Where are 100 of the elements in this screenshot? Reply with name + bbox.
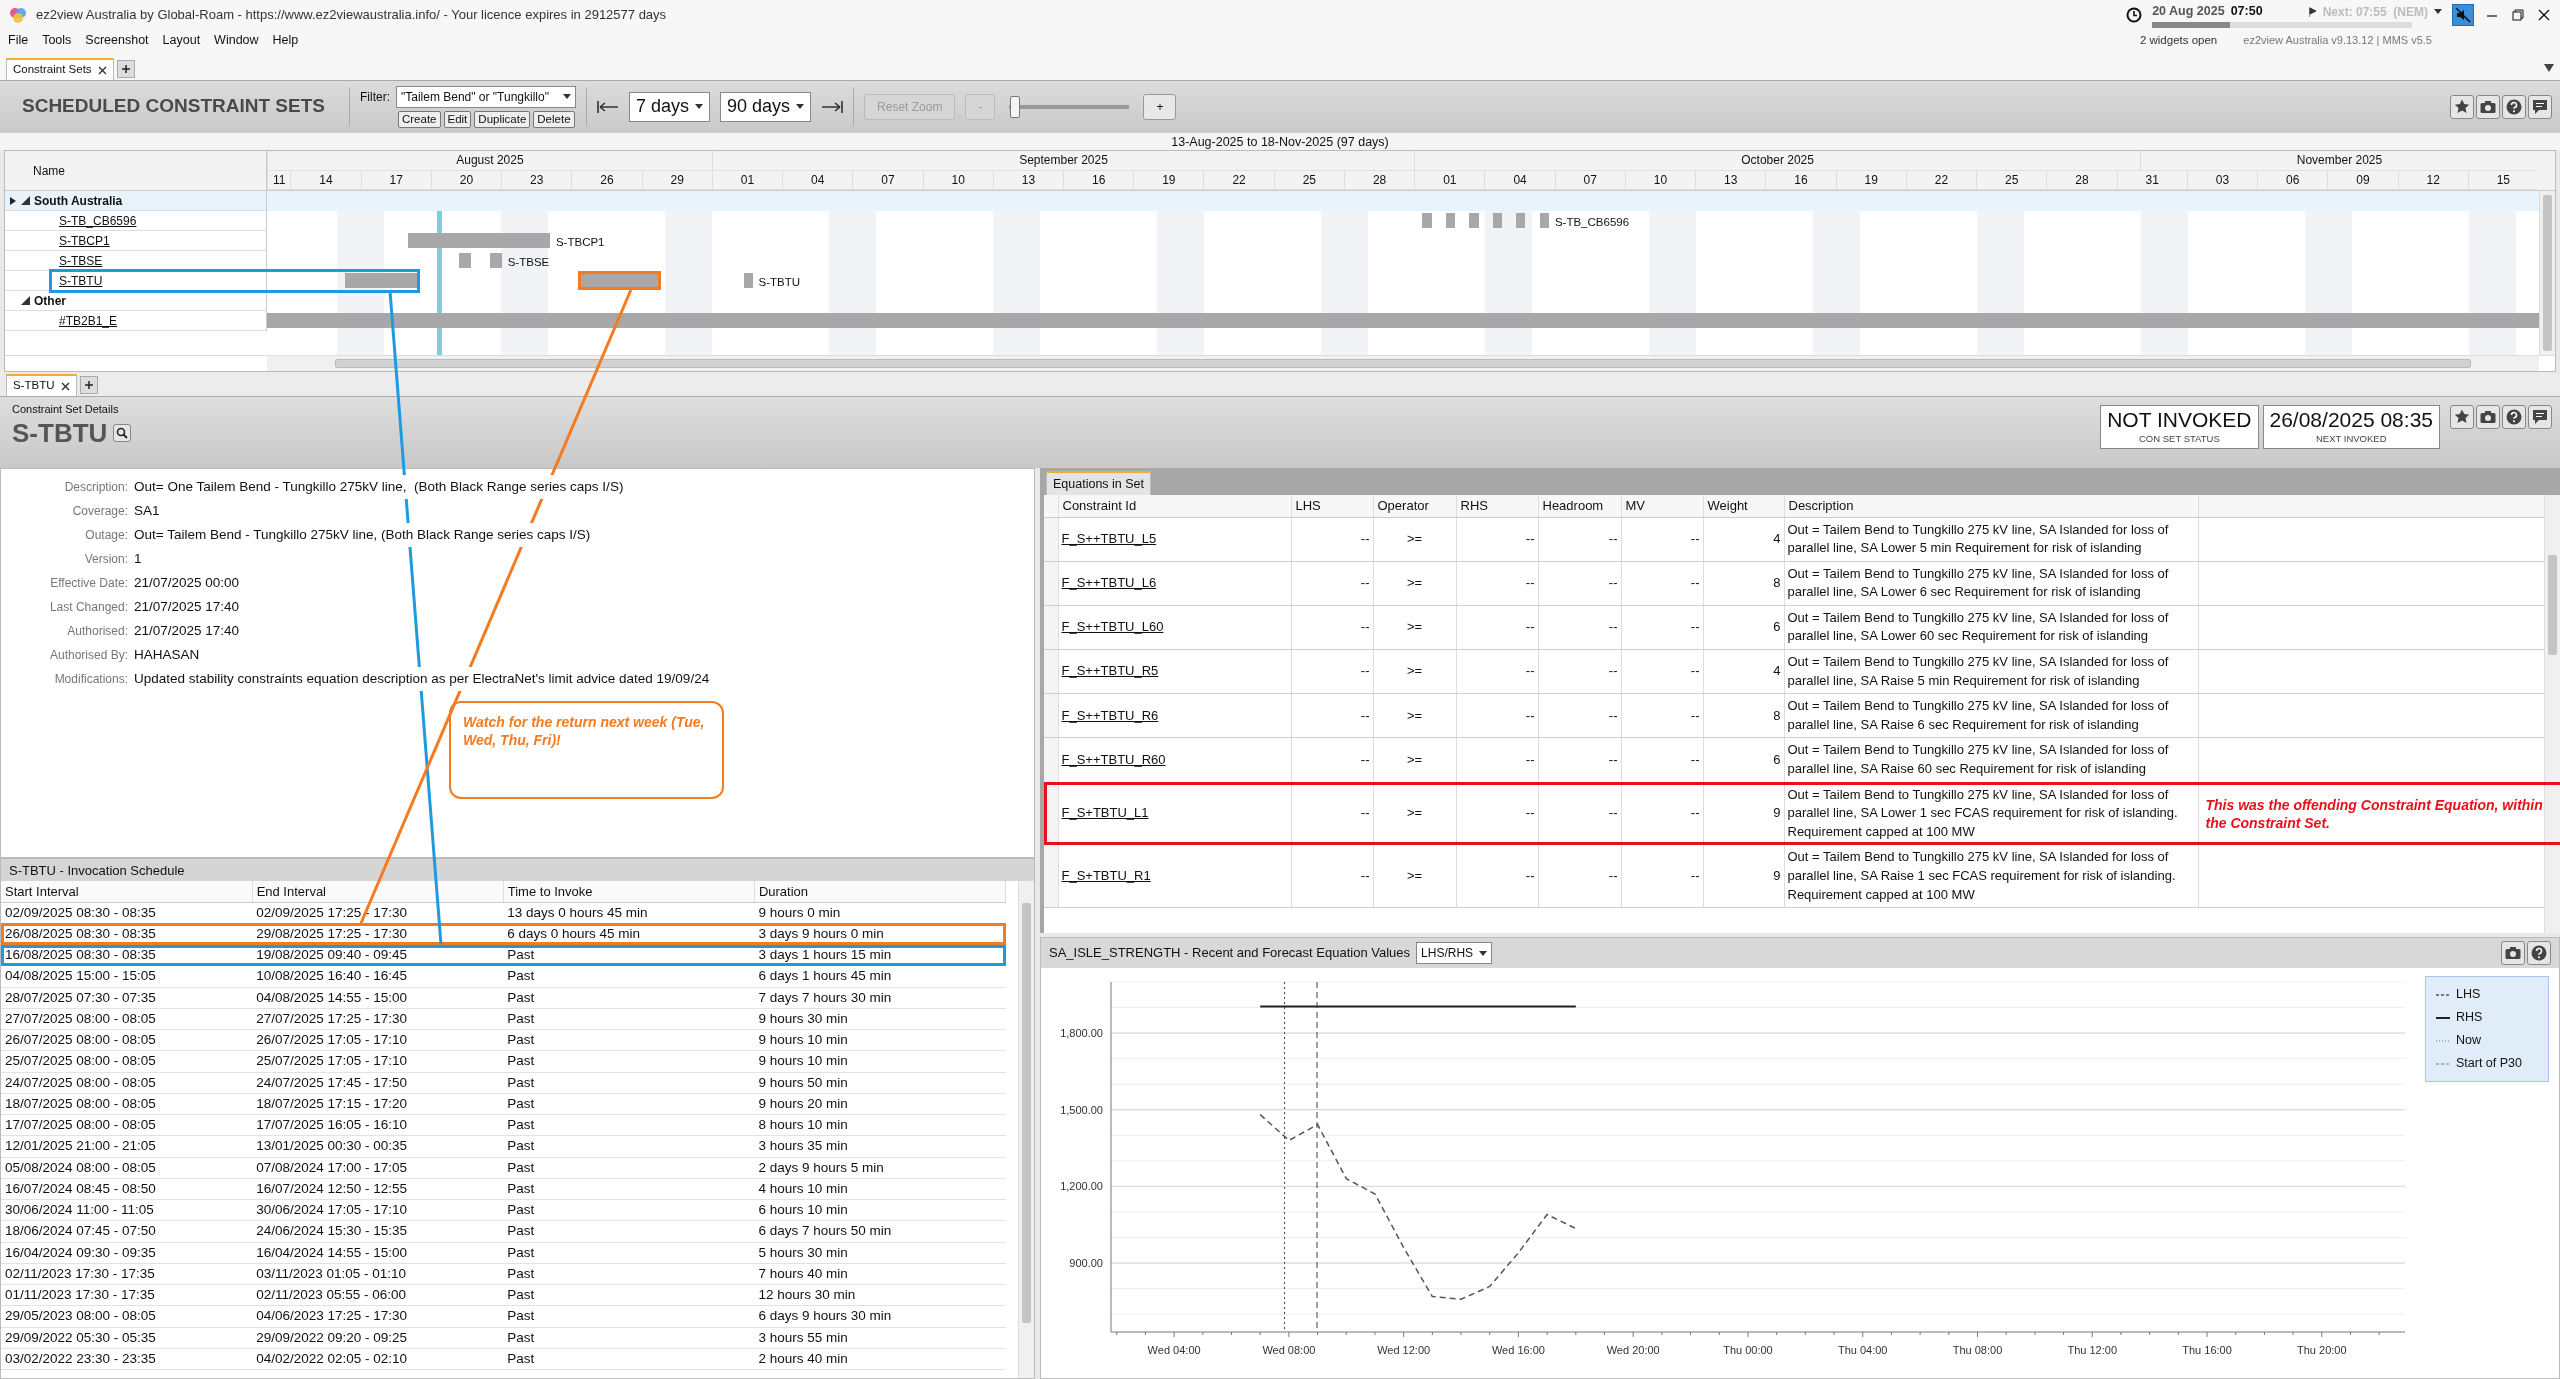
- table-cell: Past: [503, 1029, 755, 1051]
- table-cell: 13/01/2025 00:30 - 00:35: [252, 1135, 504, 1157]
- jump-to-start-icon[interactable]: [596, 99, 619, 114]
- slider-thumb[interactable]: [1010, 95, 1021, 118]
- action-button[interactable]: Create: [397, 110, 441, 128]
- tick-label: Thu 16:00: [2182, 1344, 2232, 1356]
- jump-to-end-icon[interactable]: [821, 99, 844, 114]
- screenshot-button[interactable]: [2476, 94, 2500, 119]
- table-cell: 8: [1703, 693, 1784, 738]
- menu-item[interactable]: Tools: [42, 30, 72, 50]
- constraint-set-link[interactable]: #TB2B1_E: [59, 311, 118, 330]
- scrollbar-thumb[interactable]: [2548, 555, 2557, 655]
- filter-dropdown[interactable]: "Tailem Bend" or "Tungkillo": [395, 85, 576, 108]
- table-cell: --: [1621, 517, 1703, 562]
- close-icon[interactable]: [60, 381, 70, 391]
- star-button[interactable]: [2450, 94, 2474, 119]
- next-interval-text: Next: 07:55 (NEM): [2322, 3, 2428, 21]
- constraint-set-link[interactable]: S-TBSE: [59, 251, 103, 270]
- zoom-in-button[interactable]: +: [1143, 93, 1177, 120]
- horizontal-scrollbar[interactable]: [267, 356, 2539, 371]
- step-marker-icon[interactable]: [2308, 6, 2317, 17]
- muted-speaker-icon: [2455, 7, 2471, 23]
- constraint-link[interactable]: F_S+TBTU_R1: [1061, 868, 1151, 883]
- table-cell: --: [1538, 737, 1621, 783]
- vertical-scrollbar[interactable]: [2544, 495, 2560, 933]
- close-icon[interactable]: [97, 65, 107, 75]
- table-cell: 2 days 9 hours 5 min: [754, 1157, 1006, 1179]
- table-cell: 18/06/2024 07:45 - 07:50: [1, 1220, 253, 1242]
- table-cell: 01/11/2023 17:30 - 17:35: [1, 1284, 253, 1306]
- group-label[interactable]: South Australia: [34, 191, 123, 210]
- help-button[interactable]: [2502, 405, 2526, 429]
- table-cell: 9: [1703, 782, 1784, 845]
- table-cell: 27/07/2025 08:00 - 08:05: [1, 1008, 253, 1030]
- search-button[interactable]: [113, 423, 132, 442]
- scrollbar-thumb[interactable]: [1022, 903, 1031, 1323]
- table-cell: >=: [1373, 737, 1456, 783]
- vertical-scrollbar[interactable]: [1018, 881, 1034, 1378]
- range-dropdown[interactable]: 7 days: [628, 91, 710, 122]
- group-label[interactable]: Other: [34, 291, 66, 310]
- tick-label: Thu 20:00: [2297, 1344, 2347, 1356]
- table-cell: 8 hours 10 min: [754, 1114, 1006, 1136]
- constraint-link[interactable]: F_S+TBTU_L1: [1061, 805, 1149, 821]
- tab[interactable]: S-TBTU: [6, 374, 77, 396]
- field-label: Coverage:: [71, 503, 129, 520]
- menu-item[interactable]: Window: [214, 30, 259, 50]
- constraint-set-link[interactable]: S-TB_CB6596: [59, 211, 137, 230]
- menu-item[interactable]: Screenshot: [85, 30, 149, 50]
- collapse-triangle-icon[interactable]: [21, 196, 30, 205]
- add-tab-button[interactable]: [79, 376, 98, 394]
- menu-item[interactable]: File: [8, 30, 29, 50]
- dropdown-icon[interactable]: [2544, 64, 2554, 72]
- constraint-link[interactable]: F_S++TBTU_L5: [1061, 530, 1157, 546]
- constraint-link[interactable]: F_S++TBTU_L60: [1061, 619, 1164, 635]
- table-cell: 04/02/2022 02:05 - 02:10: [252, 1348, 504, 1370]
- schedule-bar: [1539, 213, 1549, 228]
- table-cell: Past: [503, 944, 755, 966]
- constraint-link[interactable]: F_S++TBTU_R60: [1061, 751, 1166, 767]
- screenshot-button[interactable]: [2476, 405, 2500, 429]
- tab[interactable]: Equations in Set: [1046, 471, 1152, 495]
- range-dropdown[interactable]: 90 days: [720, 91, 812, 122]
- screenshot-button[interactable]: [2501, 941, 2525, 965]
- feedback-button[interactable]: [2528, 94, 2552, 119]
- table-cell: 3 days 9 hours 0 min: [754, 923, 1006, 945]
- constraint-link[interactable]: F_S++TBTU_R6: [1061, 707, 1159, 723]
- action-button[interactable]: Duplicate: [474, 110, 531, 128]
- help-button[interactable]: [2527, 941, 2551, 965]
- constraint-set-link[interactable]: S-TBCP1: [59, 231, 110, 250]
- mode-dropdown[interactable]: LHS/RHS: [1416, 942, 1493, 964]
- constraint-link[interactable]: F_S++TBTU_L6: [1061, 575, 1157, 590]
- action-button[interactable]: Edit: [443, 110, 472, 128]
- restore-icon[interactable]: [2510, 7, 2526, 23]
- add-tab-button[interactable]: [116, 60, 135, 78]
- table-cell: 3 hours 35 min: [754, 1135, 1006, 1157]
- star-button[interactable]: [2450, 405, 2474, 429]
- help-button[interactable]: [2502, 94, 2526, 119]
- collapse-triangle-icon[interactable]: [21, 296, 30, 305]
- table-cell: --: [1291, 517, 1373, 562]
- action-button[interactable]: Delete: [533, 110, 575, 128]
- bar-label: S-TB_CB6596: [1554, 215, 1630, 230]
- table-cell: --: [1621, 561, 1703, 606]
- scrollbar-thumb[interactable]: [335, 359, 2471, 368]
- scrollbar-thumb[interactable]: [2543, 195, 2552, 351]
- mute-button[interactable]: [2452, 4, 2474, 26]
- table-cell: --: [1291, 844, 1373, 908]
- tab[interactable]: Constraint Sets: [6, 58, 114, 80]
- menu-item[interactable]: Help: [272, 30, 299, 50]
- table-cell: Past: [503, 1263, 755, 1285]
- table-cell: Out = Tailem Bend to Tungkillo 275 kV line, SA Islanded for loss of parallel line, SA Lower 60 sec Requirement for risk of islanding: [1784, 605, 2198, 650]
- constraint-link[interactable]: F_S++TBTU_R5: [1061, 663, 1159, 679]
- constraint-set-link[interactable]: S-TBTU: [59, 271, 103, 290]
- table-cell: 6 days 7 hours 50 min: [754, 1220, 1006, 1242]
- day-label: 19: [1162, 172, 1176, 187]
- menu-item[interactable]: Layout: [162, 30, 201, 50]
- vertical-scrollbar[interactable]: [2539, 191, 2555, 355]
- table-cell: Past: [503, 1242, 755, 1264]
- table-cell: 9 hours 50 min: [754, 1072, 1006, 1094]
- table-cell: 12/01/2025 21:00 - 21:05: [1, 1135, 253, 1157]
- close-icon[interactable]: [2536, 7, 2552, 23]
- feedback-button[interactable]: [2528, 405, 2552, 429]
- day-label: 12: [2426, 172, 2440, 187]
